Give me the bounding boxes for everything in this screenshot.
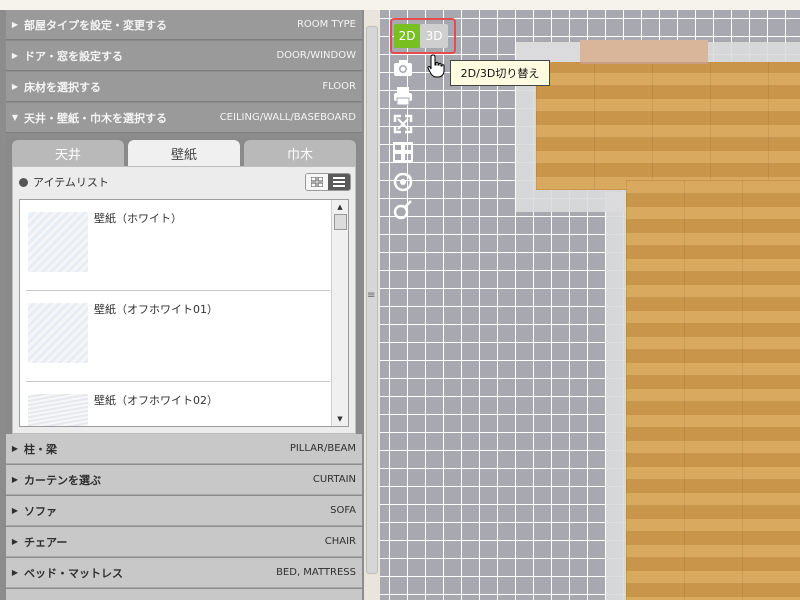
camera-icon[interactable] [391,56,415,80]
triangle-right-icon: ▶ [11,51,19,60]
bullet-icon [19,177,28,187]
triangle-right-icon: ▶ [11,537,19,546]
wallpaper-thumbnail [28,212,88,272]
scroll-thumb[interactable] [334,214,347,230]
scroll-up-icon[interactable]: ▲ [332,200,348,214]
grip-icon: ≡ [367,290,376,301]
tooltip: 2D/3D切り替え [450,60,550,86]
wall [606,192,626,600]
zoom-icon[interactable] [391,198,415,222]
grid-icon [311,177,323,187]
item-name: 壁紙（オフホワイト02） [94,394,218,407]
accordion-chair[interactable]: ▶ チェアー CHAIR [6,527,362,557]
item-name: 壁紙（オフホワイト01） [94,303,218,316]
tab-wallpaper[interactable]: 壁紙 [128,140,240,166]
item-list-header: アイテムリスト [17,173,351,191]
wood-floor [536,62,800,190]
item-list-box: アイテムリスト 壁紙（ホワイト） 壁紙（オフホワイト01） 壁紙（オフホワイト0… [12,166,356,434]
view-toggle-highlight [390,18,456,54]
item-list-title: アイテムリスト [33,176,109,189]
list-view-button[interactable] [328,174,350,190]
left-panel: ▶ 部屋タイプを設定・変更する ROOM TYPE ▶ ドア・窓を設定する DO… [0,10,364,600]
list-item[interactable]: 壁紙（オフホワイト02） [26,382,330,426]
accordion-pillar-beam[interactable]: ▶ 柱・梁 PILLAR/BEAM [6,434,362,464]
list-item[interactable]: 壁紙（オフホワイト01） [26,291,330,382]
hand-cursor-icon [427,54,447,82]
tab-ceiling[interactable]: 天井 [12,140,124,166]
scroll-down-icon[interactable]: ▼ [332,412,348,426]
accordion-next-partial[interactable] [6,589,362,600]
material-tabs: 天井 壁紙 巾木 [12,140,356,166]
triangle-right-icon: ▶ [11,475,19,484]
wallpaper-thumbnail [28,394,88,426]
list-icon [333,177,345,187]
accordion-sofa[interactable]: ▶ ソファ SOFA [6,496,362,526]
rotate-icon[interactable] [391,170,415,194]
list-scrollbar[interactable]: ▲ ▼ [331,200,348,426]
triangle-down-icon: ▼ [11,113,19,122]
accordion-ceiling-wall-baseboard[interactable]: ▼ 天井・壁紙・巾木を選択する CEILING/WALL/BASEBOARD [6,103,362,133]
door-opening [580,40,708,64]
list-item[interactable]: 壁紙（ホワイト） [26,200,330,291]
wall-section-panel: 天井 壁紙 巾木 アイテムリスト 壁紙（ホワイト） 壁紙（オフホワイト01） 壁… [6,138,362,440]
wallpaper-thumbnail [28,303,88,363]
triangle-right-icon: ▶ [11,82,19,91]
floor-plan-canvas[interactable] [380,10,800,600]
triangle-right-icon: ▶ [11,444,19,453]
tab-baseboard[interactable]: 巾木 [244,140,356,166]
accordion-curtain[interactable]: ▶ カーテンを選ぶ CURTAIN [6,465,362,495]
accordion-door-window[interactable]: ▶ ドア・窓を設定する DOOR/WINDOW [6,41,362,71]
triangle-right-icon: ▶ [11,20,19,29]
wood-floor [626,180,800,600]
view-mode-toggle [305,173,351,191]
accordion-room-type[interactable]: ▶ 部屋タイプを設定・変更する ROOM TYPE [6,10,362,40]
item-list: 壁紙（ホワイト） 壁紙（オフホワイト01） 壁紙（オフホワイト02） ▲ ▼ [19,199,349,427]
item-name: 壁紙（ホワイト） [94,212,182,225]
accordion-floor[interactable]: ▶ 床材を選択する FLOOR [6,72,362,102]
triangle-right-icon: ▶ [11,506,19,515]
print-icon[interactable] [391,84,415,108]
triangle-right-icon: ▶ [11,568,19,577]
panel-splitter[interactable]: ≡ [364,10,380,600]
accordion-bed-mattress[interactable]: ▶ ベッド・マットレス BED, MATTRESS [6,558,362,588]
grid-view-icon[interactable] [391,140,415,164]
fullscreen-icon[interactable] [391,112,415,136]
grid-view-button[interactable] [306,174,328,190]
